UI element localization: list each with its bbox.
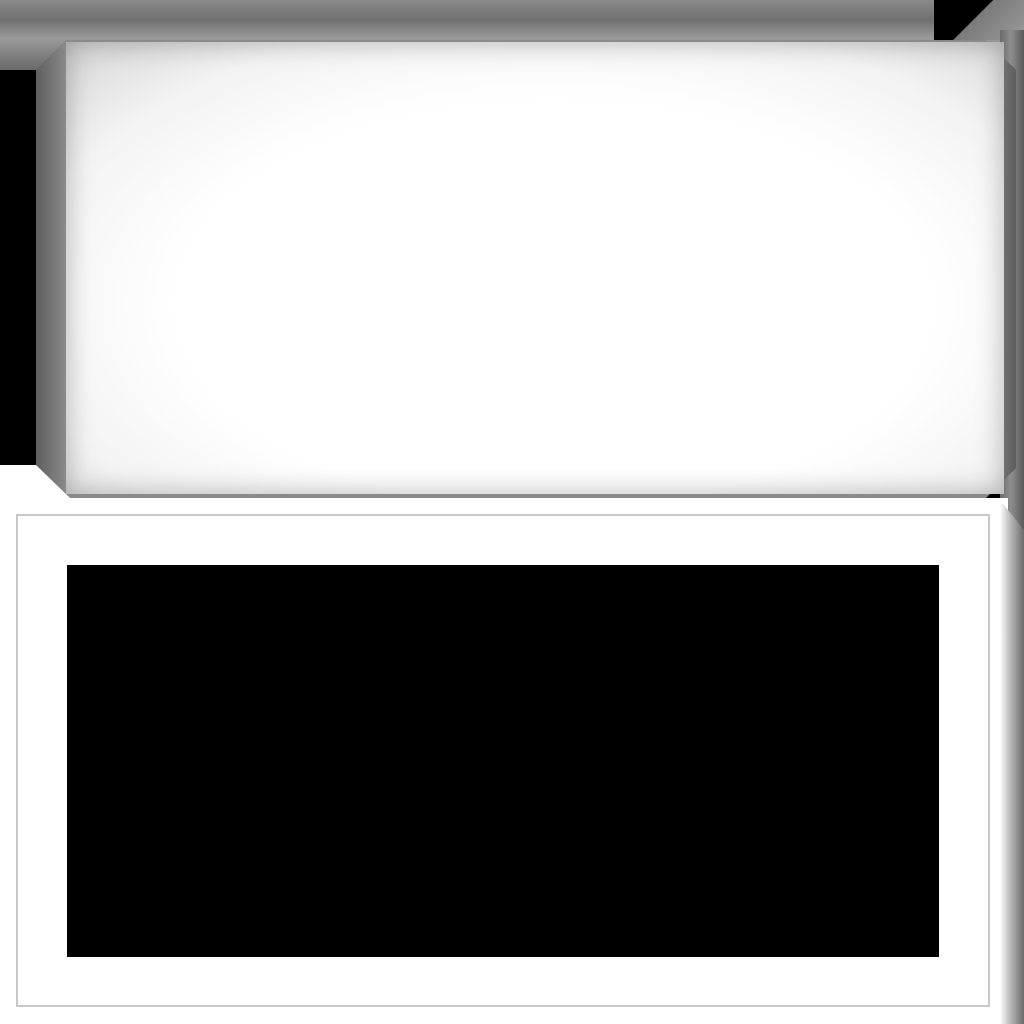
lower-right-bevel xyxy=(1000,500,1024,1024)
texture-canvas xyxy=(0,0,1024,1024)
upper-white-panel xyxy=(66,42,1004,494)
lower-black-screen xyxy=(67,565,939,957)
left-black-notch xyxy=(0,70,36,465)
